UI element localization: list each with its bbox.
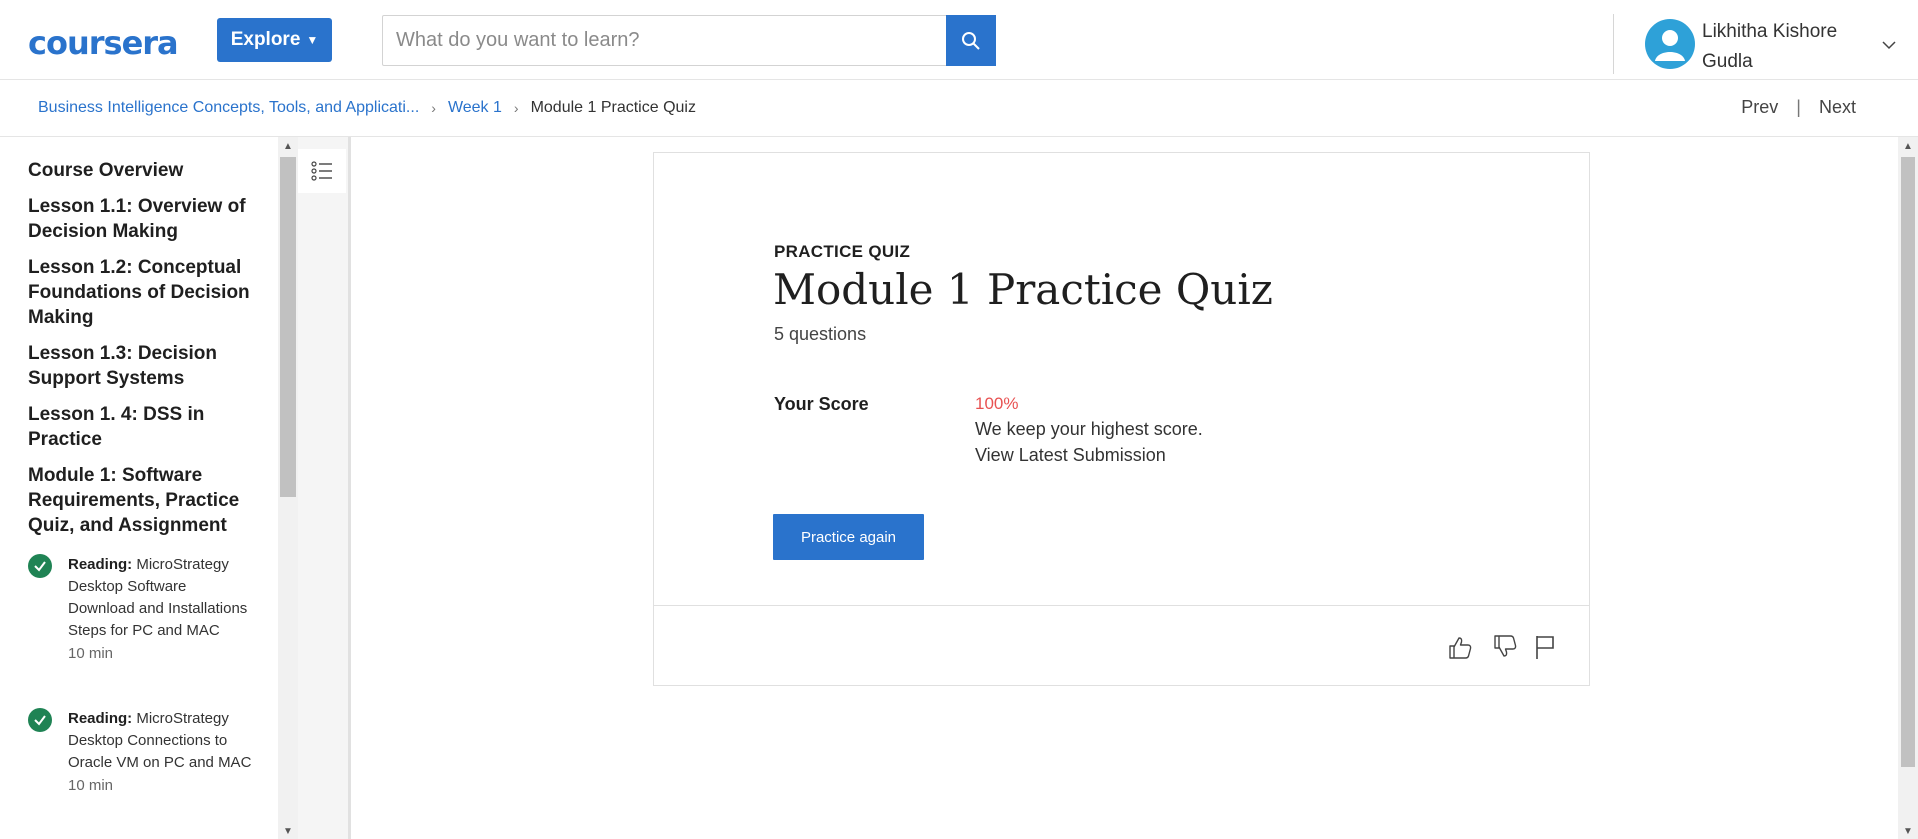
prev-next-nav: Prev | Next [1741,97,1856,118]
scroll-down-arrow-icon[interactable]: ▼ [1903,826,1913,837]
toc-toggle-button[interactable] [298,149,346,193]
sidebar-item-course-overview[interactable]: Course Overview [28,158,256,183]
score-value: 100% [975,394,1019,413]
list-item: Reading: MicroStrategy Desktop Software … [68,554,253,665]
sidebar-item-lesson-1-1[interactable]: Lesson 1.1: Overview of Decision Making [28,194,256,244]
completed-check-icon [28,554,52,578]
course-sidebar: Course Overview Lesson 1.1: Overview of … [0,137,278,839]
item-type: Reading: [68,556,133,573]
breadcrumb-course-link[interactable]: Business Intelligence Concepts, Tools, a… [38,99,419,117]
explore-label: Explore [230,29,301,50]
breadcrumb-week-link[interactable]: Week 1 [448,99,502,117]
card-divider [654,605,1589,606]
view-latest-submission-link[interactable]: View Latest Submission [975,445,1166,466]
user-name[interactable]: Likhitha Kishore Gudla [1702,17,1852,77]
next-link[interactable]: Next [1819,97,1856,118]
item-duration: 10 min [68,777,114,794]
search-button[interactable] [946,15,996,66]
score-note: We keep your highest score. [975,419,1203,439]
breadcrumb: Business Intelligence Concepts, Tools, a… [38,99,696,117]
breadcrumb-bar: Business Intelligence Concepts, Tools, a… [0,80,1918,137]
completed-check-icon [28,708,52,732]
chevron-down-icon: ▼ [306,33,319,47]
item-type: Reading: [68,710,133,727]
scroll-down-arrow-icon[interactable]: ▼ [283,826,293,837]
sidebar-item-lesson-1-2[interactable]: Lesson 1.2: Conceptual Foundations of De… [28,255,256,330]
top-navbar: coursera Explore ▼ Likhitha Kishore Gudl… [0,0,1918,80]
flag-icon[interactable] [1534,634,1556,665]
page-title: Module 1 Practice Quiz [773,265,1273,314]
quiz-card: PRACTICE QUIZ Module 1 Practice Quiz 5 q… [653,152,1590,686]
breadcrumb-current: Module 1 Practice Quiz [530,99,696,116]
prev-link[interactable]: Prev [1741,97,1778,118]
avatar[interactable] [1645,19,1695,69]
scrollbar-thumb[interactable] [1901,157,1915,767]
main-scrollbar[interactable]: ▲ ▼ [1898,137,1918,839]
nav-divider: | [1796,97,1801,117]
explore-button[interactable]: Explore ▼ [217,18,332,62]
toc-strip [298,137,351,839]
quiz-kind-label: PRACTICE QUIZ [774,242,911,261]
search-bar [382,15,996,66]
search-input[interactable] [383,16,946,65]
list-icon [311,161,332,181]
sidebar-item-lesson-1-4[interactable]: Lesson 1. 4: DSS in Practice [28,402,256,452]
thumbs-up-icon[interactable] [1447,634,1473,665]
chevron-right-icon: › [513,100,519,116]
question-count: 5 questions [774,324,867,344]
chevron-down-icon[interactable] [1882,37,1896,55]
thumbs-down-icon[interactable] [1492,634,1518,665]
scrollbar-thumb[interactable] [280,157,296,497]
search-icon [962,31,980,50]
scroll-up-arrow-icon[interactable]: ▲ [1903,141,1913,152]
scroll-up-arrow-icon[interactable]: ▲ [283,141,293,152]
sidebar-item-module-1[interactable]: Module 1: Software Requirements, Practic… [28,463,256,538]
sidebar-item-lesson-1-3[interactable]: Lesson 1.3: Decision Support Systems [28,341,256,391]
score-label: Your Score [774,394,869,414]
chevron-right-icon: › [431,100,436,116]
header-divider [1613,14,1614,74]
item-duration: 10 min [68,645,114,662]
sidebar-scrollbar[interactable]: ▲ ▼ [278,137,298,839]
list-item: Reading: MicroStrategy Desktop Connectio… [68,708,253,797]
coursera-logo[interactable]: coursera [28,24,179,62]
practice-again-button[interactable]: Practice again [773,514,924,560]
user-icon [1655,30,1685,61]
